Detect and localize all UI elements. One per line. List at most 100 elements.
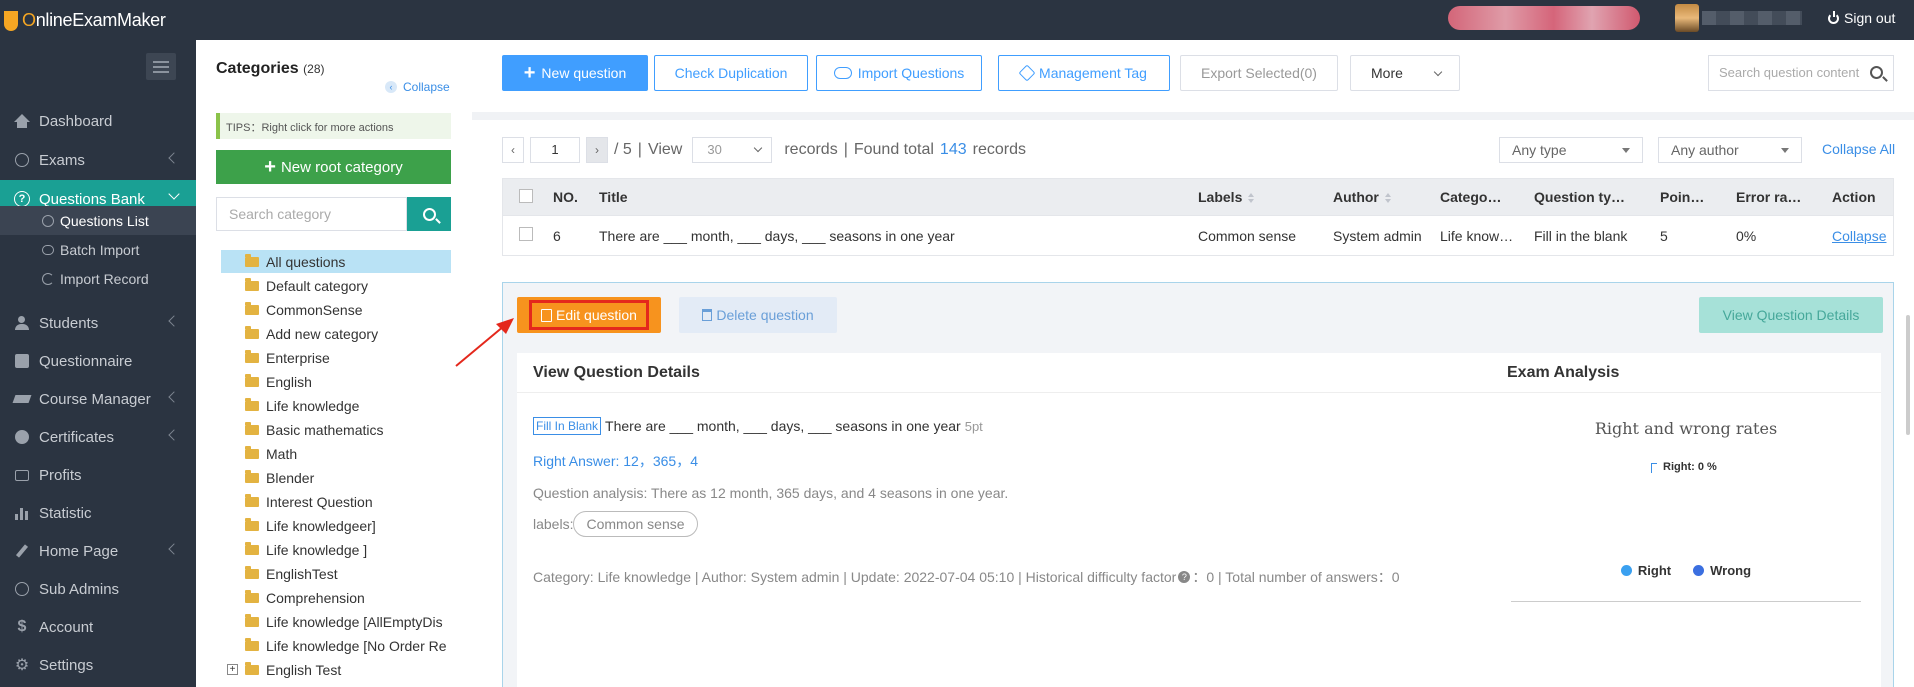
avatar[interactable] <box>1675 4 1699 32</box>
plus-icon: + <box>264 156 276 178</box>
sidebar-sub-import-record[interactable]: Import Record <box>0 264 196 293</box>
select-all-checkbox[interactable] <box>519 188 533 203</box>
folder-icon <box>245 277 259 291</box>
type-filter-select[interactable]: Any type <box>1499 137 1643 163</box>
sidebar-sub-questions-list[interactable]: Questions List <box>0 206 196 235</box>
sort-icon <box>1248 193 1255 204</box>
sidebar-item-statistic[interactable]: Statistic <box>0 494 196 532</box>
pagination: ‹ 1 › / 5 | View 30 records | Found tota… <box>502 137 1026 163</box>
sidebar-item-home-page[interactable]: Home Page <box>0 532 196 570</box>
col-author[interactable]: Author <box>1323 189 1430 205</box>
sidebar-item-settings[interactable]: ⚙ Settings <box>0 646 196 684</box>
logo[interactable]: OnlineExamMaker <box>2 6 166 34</box>
check-duplication-button[interactable]: Check Duplication <box>654 55 808 91</box>
legend-item-right[interactable]: Right <box>1620 563 1671 578</box>
folder-icon <box>245 421 259 435</box>
category-item[interactable]: Life knowledge [No Order Re <box>221 634 451 657</box>
main-area: + New question Check Duplication Import … <box>472 40 1914 687</box>
sidebar-item-account[interactable]: $ Account <box>0 608 196 646</box>
categories-collapse-button[interactable]: ‹ Collapse <box>385 80 450 94</box>
category-search-button[interactable] <box>407 197 451 231</box>
category-item[interactable]: Enterprise <box>221 346 451 369</box>
pager-sep-2: | <box>843 141 848 158</box>
category-item[interactable]: EnglishTest <box>221 562 451 585</box>
category-item[interactable]: Interest Question <box>221 490 451 513</box>
row-collapse-link[interactable]: Collapse <box>1832 228 1886 244</box>
menu-toggle-icon[interactable] <box>146 53 176 80</box>
top-bar: OnlineExamMaker Sign out <box>0 0 1914 40</box>
author-filter-select[interactable]: Any author <box>1658 137 1802 163</box>
category-item[interactable]: Add new category <box>221 322 451 345</box>
divider <box>1511 601 1861 602</box>
search-icon <box>422 207 436 221</box>
management-tag-button[interactable]: Management Tag <box>998 55 1170 91</box>
new-question-button[interactable]: + New question <box>502 55 648 91</box>
sidebar-item-course-manager[interactable]: Course Manager <box>0 380 196 418</box>
sidebar-item-dashboard[interactable]: Dashboard <box>0 102 196 140</box>
category-item[interactable]: Blender <box>221 466 451 489</box>
sidebar-item-sub-admins[interactable]: Sub Admins <box>0 570 196 608</box>
sidebar-item-certificates[interactable]: Certificates <box>0 418 196 456</box>
category-item[interactable]: CommonSense <box>221 298 451 321</box>
category-item[interactable]: Life knowledge <box>221 394 451 417</box>
folder-icon <box>245 613 259 627</box>
table-row[interactable]: 6 There are ___ month, ___ days, ___ sea… <box>502 216 1894 256</box>
sign-out-button[interactable]: Sign out <box>1828 10 1895 26</box>
export-selected-button[interactable]: Export Selected(0) <box>1180 55 1338 91</box>
label-pill[interactable]: Common sense <box>573 511 698 537</box>
search-icon[interactable] <box>1870 66 1883 79</box>
page-input[interactable]: 1 <box>530 137 580 163</box>
category-item[interactable]: Basic mathematics <box>221 418 451 441</box>
category-item[interactable]: Default category <box>221 274 451 297</box>
legend-item-wrong[interactable]: Wrong <box>1693 563 1751 578</box>
per-page-select[interactable]: 30 <box>692 137 773 163</box>
exam-analysis-title: Exam Analysis <box>1491 353 1881 393</box>
question-circle-icon: ? <box>14 191 30 207</box>
graduation-cap-icon <box>12 391 32 407</box>
help-icon[interactable]: ? <box>1178 571 1191 583</box>
more-dropdown[interactable]: More <box>1350 55 1460 91</box>
found-count: 143 <box>939 141 967 158</box>
category-search-input[interactable]: Search category <box>216 197 407 231</box>
edit-question-button[interactable]: Edit question <box>517 297 661 333</box>
import-questions-button[interactable]: Import Questions <box>816 55 982 91</box>
collapse-all-link[interactable]: Collapse All <box>1822 141 1895 157</box>
prev-page-button[interactable]: ‹ <box>502 137 524 163</box>
col-labels[interactable]: Labels <box>1188 189 1323 205</box>
sidebar-item-students[interactable]: Students <box>0 304 196 342</box>
col-category: Catego… <box>1440 189 1502 205</box>
sidebar-sub-batch-import[interactable]: Batch Import <box>0 235 196 264</box>
sidebar-item-exams[interactable]: Exams <box>0 141 196 179</box>
right-answer: Right Answer: 12，365，4 <box>533 453 698 469</box>
next-page-button[interactable]: › <box>586 137 608 163</box>
scrollbar-thumb[interactable] <box>1906 315 1910 435</box>
row-points: 5 <box>1660 227 1668 244</box>
history-icon <box>41 272 55 286</box>
delete-question-button[interactable]: Delete question <box>679 297 837 333</box>
category-item[interactable]: All questions <box>221 250 451 273</box>
sidebar-item-questionnaire[interactable]: Questionnaire <box>0 342 196 380</box>
row-checkbox[interactable] <box>519 227 533 241</box>
category-item[interactable]: English <box>221 370 451 393</box>
caret-down-icon <box>1781 148 1789 153</box>
logo-mark-icon <box>2 7 20 33</box>
trash-icon <box>702 309 713 321</box>
category-item[interactable]: Life knowledge [AllEmptyDis <box>221 610 451 633</box>
exam-analysis-card: Exam Analysis Right and wrong rates Righ… <box>1491 353 1881 687</box>
question-search-input[interactable]: Search question content <box>1708 55 1894 91</box>
bar-chart-icon <box>14 505 30 521</box>
row-author: System admin <box>1333 227 1422 244</box>
new-root-category-button[interactable]: + New root category <box>216 150 451 184</box>
sort-icon <box>1384 193 1392 204</box>
chevron-left-icon <box>168 429 180 441</box>
category-item[interactable]: Life knowledgeer] <box>221 514 451 537</box>
folder-icon <box>245 373 259 387</box>
category-item[interactable]: Comprehension <box>221 586 451 609</box>
sidebar-item-profits[interactable]: Profits <box>0 456 196 494</box>
cloud-icon <box>41 243 55 257</box>
category-item[interactable]: English Test <box>221 658 451 681</box>
category-item[interactable]: Math <box>221 442 451 465</box>
category-item[interactable]: Life knowledge ] <box>221 538 451 561</box>
view-question-details-button[interactable]: View Question Details <box>1699 297 1883 333</box>
categories-panel: Categories (28) ‹ Collapse TIPS：Right cl… <box>196 40 472 687</box>
